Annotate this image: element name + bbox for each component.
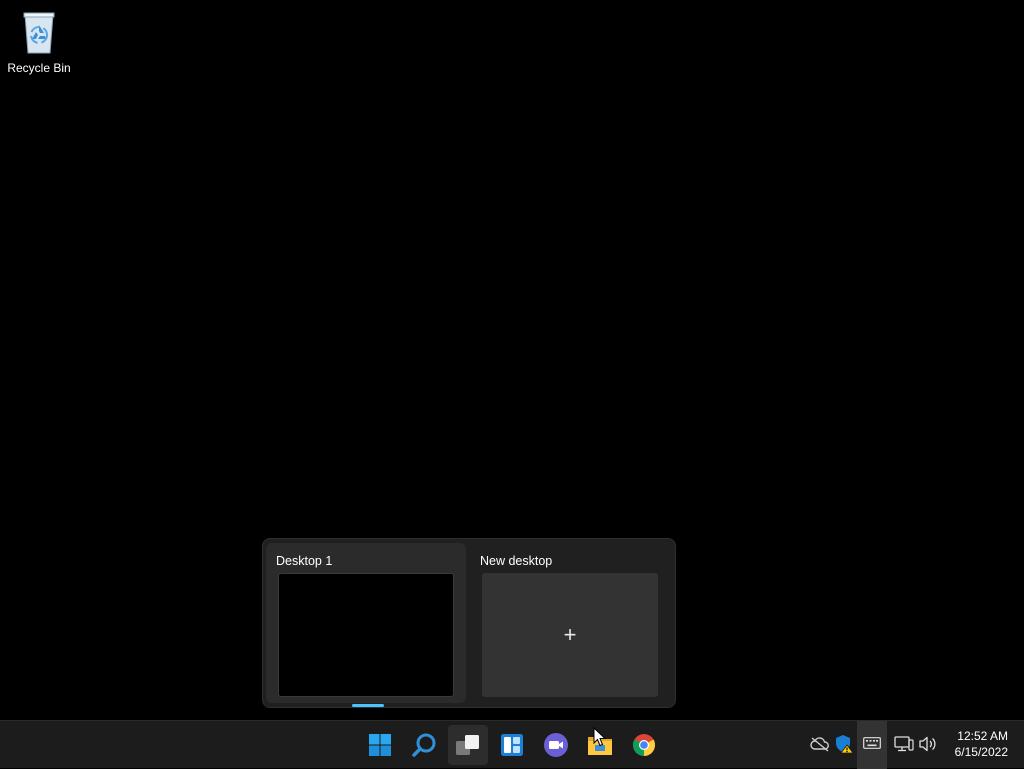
teams-chat-button[interactable]	[536, 725, 576, 765]
task-view-button[interactable]	[448, 725, 488, 765]
plus-icon: +	[563, 622, 577, 647]
windows-start-icon	[368, 733, 392, 757]
start-button[interactable]	[360, 725, 400, 765]
recycle-bin-shortcut[interactable]: Recycle Bin	[4, 6, 74, 76]
clock-time: 12:52 AM	[957, 729, 1008, 743]
onedrive-offline-icon[interactable]	[809, 733, 831, 755]
chrome-icon	[632, 733, 656, 757]
virtual-desktop-1-title: Desktop 1	[276, 554, 333, 568]
new-desktop-button[interactable]: +	[482, 573, 658, 697]
virtual-desktop-1-thumbnail[interactable]	[278, 573, 454, 697]
clock-date: 6/15/2022	[954, 745, 1008, 759]
recycle-bin-icon	[19, 9, 59, 55]
search-icon	[411, 732, 437, 758]
new-desktop-title: New desktop	[480, 554, 553, 568]
network-icon[interactable]	[893, 733, 915, 755]
task-view-flyout: Desktop 1 New desktop +	[262, 538, 676, 708]
taskbar: 12:52 AM 6/15/2022	[0, 720, 1024, 769]
task-view-icon	[455, 733, 481, 757]
new-desktop-card[interactable]: New desktop +	[470, 543, 670, 703]
volume-icon[interactable]	[917, 733, 939, 755]
recycle-bin-label: Recycle Bin	[7, 61, 71, 75]
chrome-button[interactable]	[624, 725, 664, 765]
virtual-desktop-1[interactable]: Desktop 1	[266, 543, 466, 707]
security-warning-icon[interactable]	[833, 733, 855, 755]
search-button[interactable]	[404, 725, 444, 765]
taskbar-clock[interactable]: 12:52 AM 6/15/2022	[955, 728, 1008, 760]
touch-keyboard-button[interactable]	[857, 721, 887, 769]
mouse-cursor-icon	[593, 726, 607, 747]
active-desktop-indicator	[352, 704, 384, 707]
widgets-icon	[500, 733, 524, 757]
widgets-button[interactable]	[492, 725, 532, 765]
teams-chat-icon	[543, 732, 569, 758]
keyboard-icon	[863, 736, 881, 754]
